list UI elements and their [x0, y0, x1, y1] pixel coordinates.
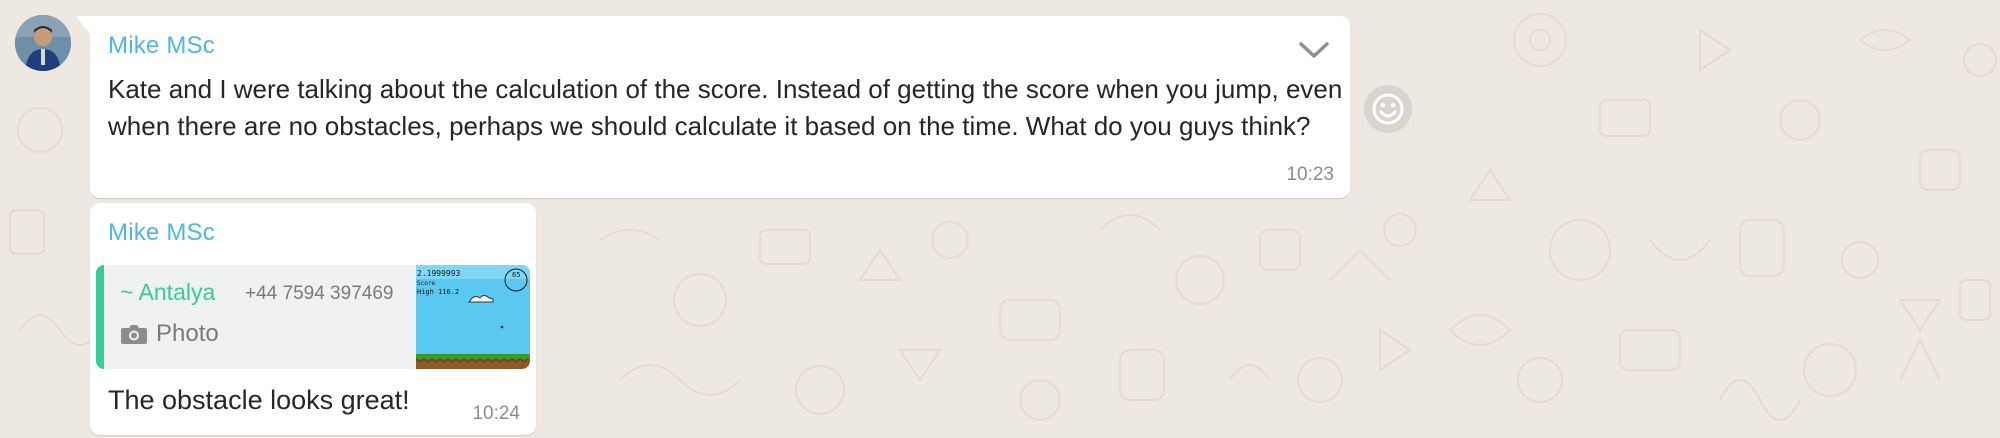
- quote-accent-bar: [96, 265, 104, 369]
- chevron-down-icon[interactable]: [1296, 36, 1332, 62]
- sender-name[interactable]: Mike MSc: [108, 219, 215, 247]
- message-text: The obstacle looks great!: [108, 385, 410, 415]
- bubble-tail: [76, 16, 90, 34]
- smiley-icon[interactable]: [1363, 84, 1413, 134]
- quote-media-type: Photo: [120, 317, 219, 351]
- quote-media-label: Photo: [156, 320, 219, 347]
- message-time: 10:23: [1286, 164, 1334, 185]
- message-text: Kate and I were talking about the calcul…: [108, 74, 1343, 141]
- quote-phone: +44 7594 397469: [245, 283, 394, 304]
- game-screenshot-thumbnail: 2.1999993 Score High 116.2 65: [416, 265, 530, 369]
- quote-author: ~ Antalya: [120, 279, 216, 305]
- avatar-photo: [15, 15, 71, 71]
- message-bubble[interactable]: Mike MSc Kate and I were talking about t…: [76, 16, 1350, 198]
- thumb-high-score: High 116.2: [417, 288, 459, 296]
- message-bubble[interactable]: Mike MSc ~ Antalya +44 7594 397469 Photo…: [90, 203, 536, 435]
- quoted-message[interactable]: ~ Antalya +44 7594 397469 Photo 2.199999…: [96, 265, 530, 369]
- sender-name[interactable]: Mike MSc: [108, 32, 215, 60]
- thumb-counter: 65: [512, 271, 520, 279]
- thumb-score-label: Score: [417, 280, 435, 287]
- message-time: 10:24: [472, 403, 520, 424]
- photo-thumbnail[interactable]: 2.1999993 Score High 116.2 65: [416, 265, 530, 369]
- avatar[interactable]: [15, 15, 71, 71]
- camera-icon: [121, 325, 147, 344]
- thumb-score-value: 2.1999993: [417, 269, 461, 278]
